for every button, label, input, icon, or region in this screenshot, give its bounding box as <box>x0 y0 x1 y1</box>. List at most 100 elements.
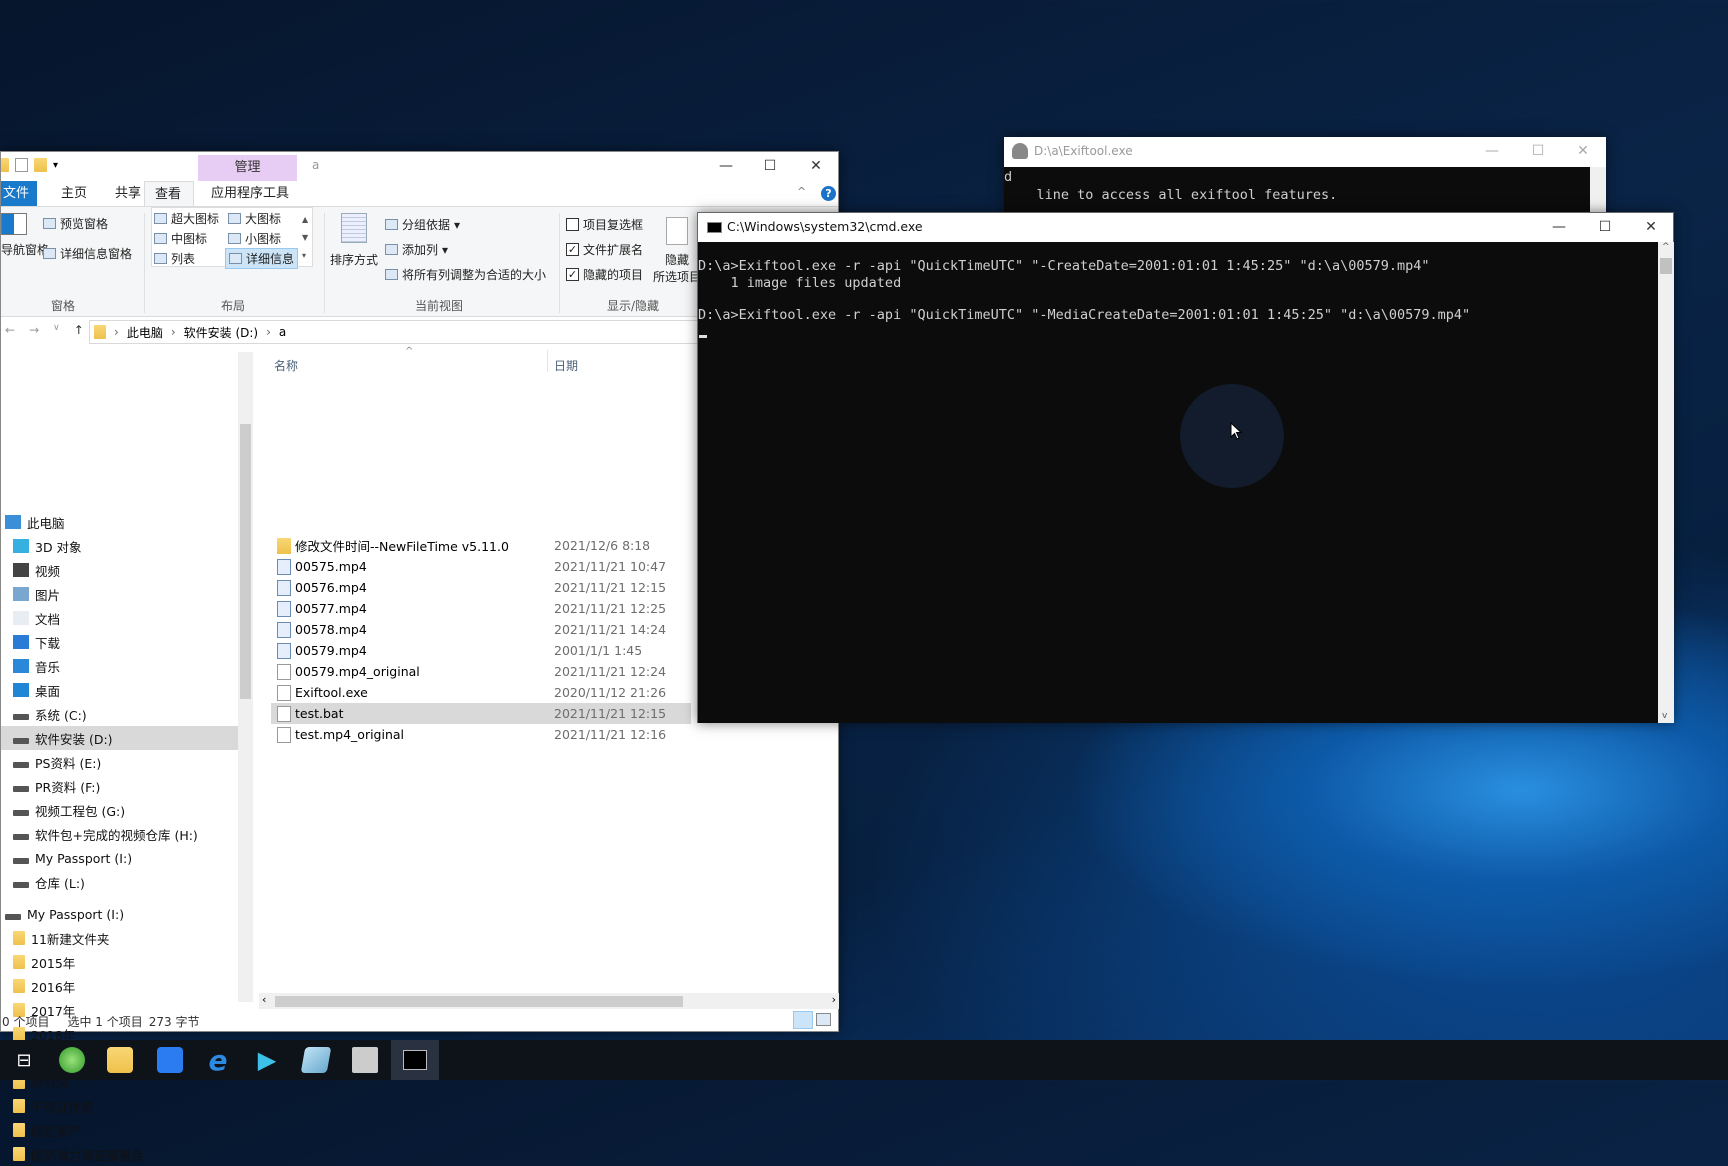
column-header-date[interactable]: 日期 <box>554 357 578 374</box>
console-scrollbar[interactable]: ^ v <box>1658 242 1674 723</box>
layout-extra-large-icons[interactable]: 超大图标 <box>154 210 219 227</box>
cmd-icon[interactable] <box>391 1040 439 1080</box>
file-row[interactable]: Exiftool.exe 2020/11/12 21:26 <box>271 682 691 703</box>
item-checkboxes-toggle[interactable]: 项目复选框 <box>566 216 643 233</box>
maximize-button[interactable]: ☐ <box>1515 137 1561 165</box>
nav-item[interactable]: 图片 <box>1 582 238 606</box>
customize-dropdown-icon[interactable]: ▾ <box>53 160 58 171</box>
layout-small-icons[interactable]: 小图标 <box>228 230 281 247</box>
sort-by-button[interactable]: 排序方式 <box>330 251 378 268</box>
nav-item[interactable]: 软件安装 (D:) <box>1 726 238 750</box>
tab-home[interactable]: 主页 <box>51 181 97 206</box>
layout-large-icons[interactable]: 大图标 <box>228 210 281 227</box>
new-folder-icon[interactable] <box>34 158 47 172</box>
nav-item[interactable]: 下载 <box>1 630 238 654</box>
scroll-right-icon[interactable]: › <box>832 993 836 1006</box>
ie-icon[interactable]: e <box>194 1040 242 1080</box>
scrollbar-thumb[interactable] <box>275 996 683 1007</box>
collapse-ribbon-icon[interactable]: ^ <box>797 185 806 198</box>
nav-item[interactable]: 软件包+完成的视频仓库 (H:) <box>1 822 238 846</box>
recent-dropdown[interactable]: ∨ <box>53 323 60 337</box>
nav-item[interactable]: 3D 对象 <box>1 534 238 558</box>
video-player-icon[interactable]: ▶ <box>243 1040 291 1080</box>
maximize-button[interactable]: ☐ <box>747 152 793 180</box>
scrollbar-thumb[interactable] <box>240 424 251 699</box>
nav-item[interactable]: 系统 (C:) <box>1 702 238 726</box>
file-row[interactable]: 00576.mp4 2021/11/21 12:15 <box>271 577 691 598</box>
nav-item[interactable]: 文档 <box>1 606 238 630</box>
close-button[interactable]: ✕ <box>1560 137 1606 165</box>
properties-icon[interactable] <box>15 158 28 172</box>
nav-item[interactable]: 11新建文件夹 <box>1 926 238 950</box>
layout-list[interactable]: 列表 <box>154 250 195 267</box>
file-row[interactable]: 00575.mp4 2021/11/21 10:47 <box>271 556 691 577</box>
nav-item[interactable]: 此电脑 <box>1 510 238 534</box>
navigation-pane-icon[interactable] <box>1 213 27 235</box>
close-button[interactable]: ✕ <box>793 152 839 180</box>
hide-selected-button[interactable]: 隐藏 <box>665 251 689 268</box>
nav-item[interactable]: 2015年 <box>1 950 238 974</box>
console-output[interactable]: D:\a>Exiftool.exe -r -api "QuickTimeUTC"… <box>698 242 1658 723</box>
breadcrumb-item[interactable]: 此电脑 <box>127 324 163 341</box>
file-row[interactable]: test.bat 2021/11/21 12:15 <box>271 703 691 724</box>
large-icons-view-button[interactable] <box>816 1013 831 1026</box>
breadcrumb-item[interactable]: 软件安装 (D:) <box>184 324 258 341</box>
tab-view[interactable]: 查看 <box>144 181 194 207</box>
scroll-down-icon[interactable]: v <box>1662 711 1667 721</box>
minimize-button[interactable]: — <box>1536 213 1582 241</box>
layout-details[interactable]: 详细信息 <box>225 248 299 269</box>
breadcrumb-item[interactable]: a <box>279 325 286 339</box>
nav-item[interactable]: PR资料 (F:) <box>1 774 238 798</box>
exiftool-icon[interactable] <box>341 1040 389 1080</box>
column-header-name[interactable]: 名称 <box>274 357 298 374</box>
fit-columns-button[interactable]: 将所有列调整为合适的大小 <box>385 266 546 283</box>
nav-item[interactable]: 视频 <box>1 558 238 582</box>
browser-360-icon[interactable] <box>48 1040 96 1080</box>
add-column-button[interactable]: 添加列 ▾ <box>385 241 448 258</box>
feishu-icon[interactable] <box>146 1040 194 1080</box>
minimize-button[interactable]: — <box>1469 137 1515 165</box>
forward-button[interactable]: → <box>29 323 39 337</box>
nav-item[interactable]: My Passport (I:) <box>1 902 238 926</box>
nav-item[interactable]: 固定资产 <box>1 1118 238 1142</box>
checkbox-checked[interactable]: ✓ <box>566 243 579 256</box>
tab-file[interactable]: 文件 <box>1 181 38 206</box>
address-bar[interactable]: › 此电脑 › 软件安装 (D:) › a <box>89 320 699 344</box>
task-view-icon[interactable]: ⊟ <box>0 1040 48 1080</box>
folder-icon[interactable] <box>1 158 9 172</box>
tab-app-tools[interactable]: 应用程序工具 <box>201 181 299 206</box>
nav-item[interactable]: 国防潜力调查部署会 <box>1 1142 238 1166</box>
scroll-left-icon[interactable]: ‹ <box>262 993 266 1006</box>
hidden-items-toggle[interactable]: ✓ 隐藏的项目 <box>566 266 643 283</box>
close-button[interactable]: ✕ <box>1628 213 1674 241</box>
preview-pane-button[interactable]: 预览窗格 <box>43 215 108 232</box>
nav-item[interactable]: 仓库 (L:) <box>1 870 238 894</box>
scrollbar-thumb[interactable] <box>1660 258 1672 274</box>
navigation-pane-button[interactable]: 导航窗格 <box>1 241 49 258</box>
file-row[interactable]: 00578.mp4 2021/11/21 14:24 <box>271 619 691 640</box>
nav-item[interactable]: 视频工程包 (G:) <box>1 798 238 822</box>
layout-medium-icons[interactable]: 中图标 <box>154 230 207 247</box>
horizontal-scrollbar[interactable]: ‹ › <box>259 993 839 1009</box>
group-by-button[interactable]: 分组依据 ▾ <box>385 216 460 233</box>
up-button[interactable]: ↑ <box>74 323 84 337</box>
maximize-button[interactable]: ☐ <box>1582 213 1628 241</box>
checkbox[interactable] <box>566 218 579 231</box>
gallery-scroll-icon[interactable]: ▲ ▼ ▾ <box>302 211 308 265</box>
checkbox-checked[interactable]: ✓ <box>566 268 579 281</box>
column-divider[interactable] <box>547 350 548 372</box>
scroll-up-icon[interactable]: ^ <box>1662 242 1670 252</box>
nav-item[interactable]: 桌面 <box>1 678 238 702</box>
nav-item[interactable]: 干部证件照 <box>1 1094 238 1118</box>
notepad-icon[interactable] <box>292 1040 340 1080</box>
details-view-button[interactable] <box>793 1011 813 1029</box>
file-explorer-icon[interactable] <box>96 1040 144 1080</box>
file-row[interactable]: 00577.mp4 2021/11/21 12:25 <box>271 598 691 619</box>
file-extensions-toggle[interactable]: ✓ 文件扩展名 <box>566 241 643 258</box>
file-row[interactable]: 修改文件时间--NewFileTime v5.11.0 2021/12/6 8:1… <box>271 535 691 556</box>
details-pane-button[interactable]: 详细信息窗格 <box>43 245 132 262</box>
help-icon[interactable]: ? <box>821 186 836 201</box>
file-row[interactable]: 00579.mp4_original 2021/11/21 12:24 <box>271 661 691 682</box>
file-row[interactable]: 00579.mp4 2001/1/1 1:45 <box>271 640 691 661</box>
nav-item[interactable]: PS资料 (E:) <box>1 750 238 774</box>
